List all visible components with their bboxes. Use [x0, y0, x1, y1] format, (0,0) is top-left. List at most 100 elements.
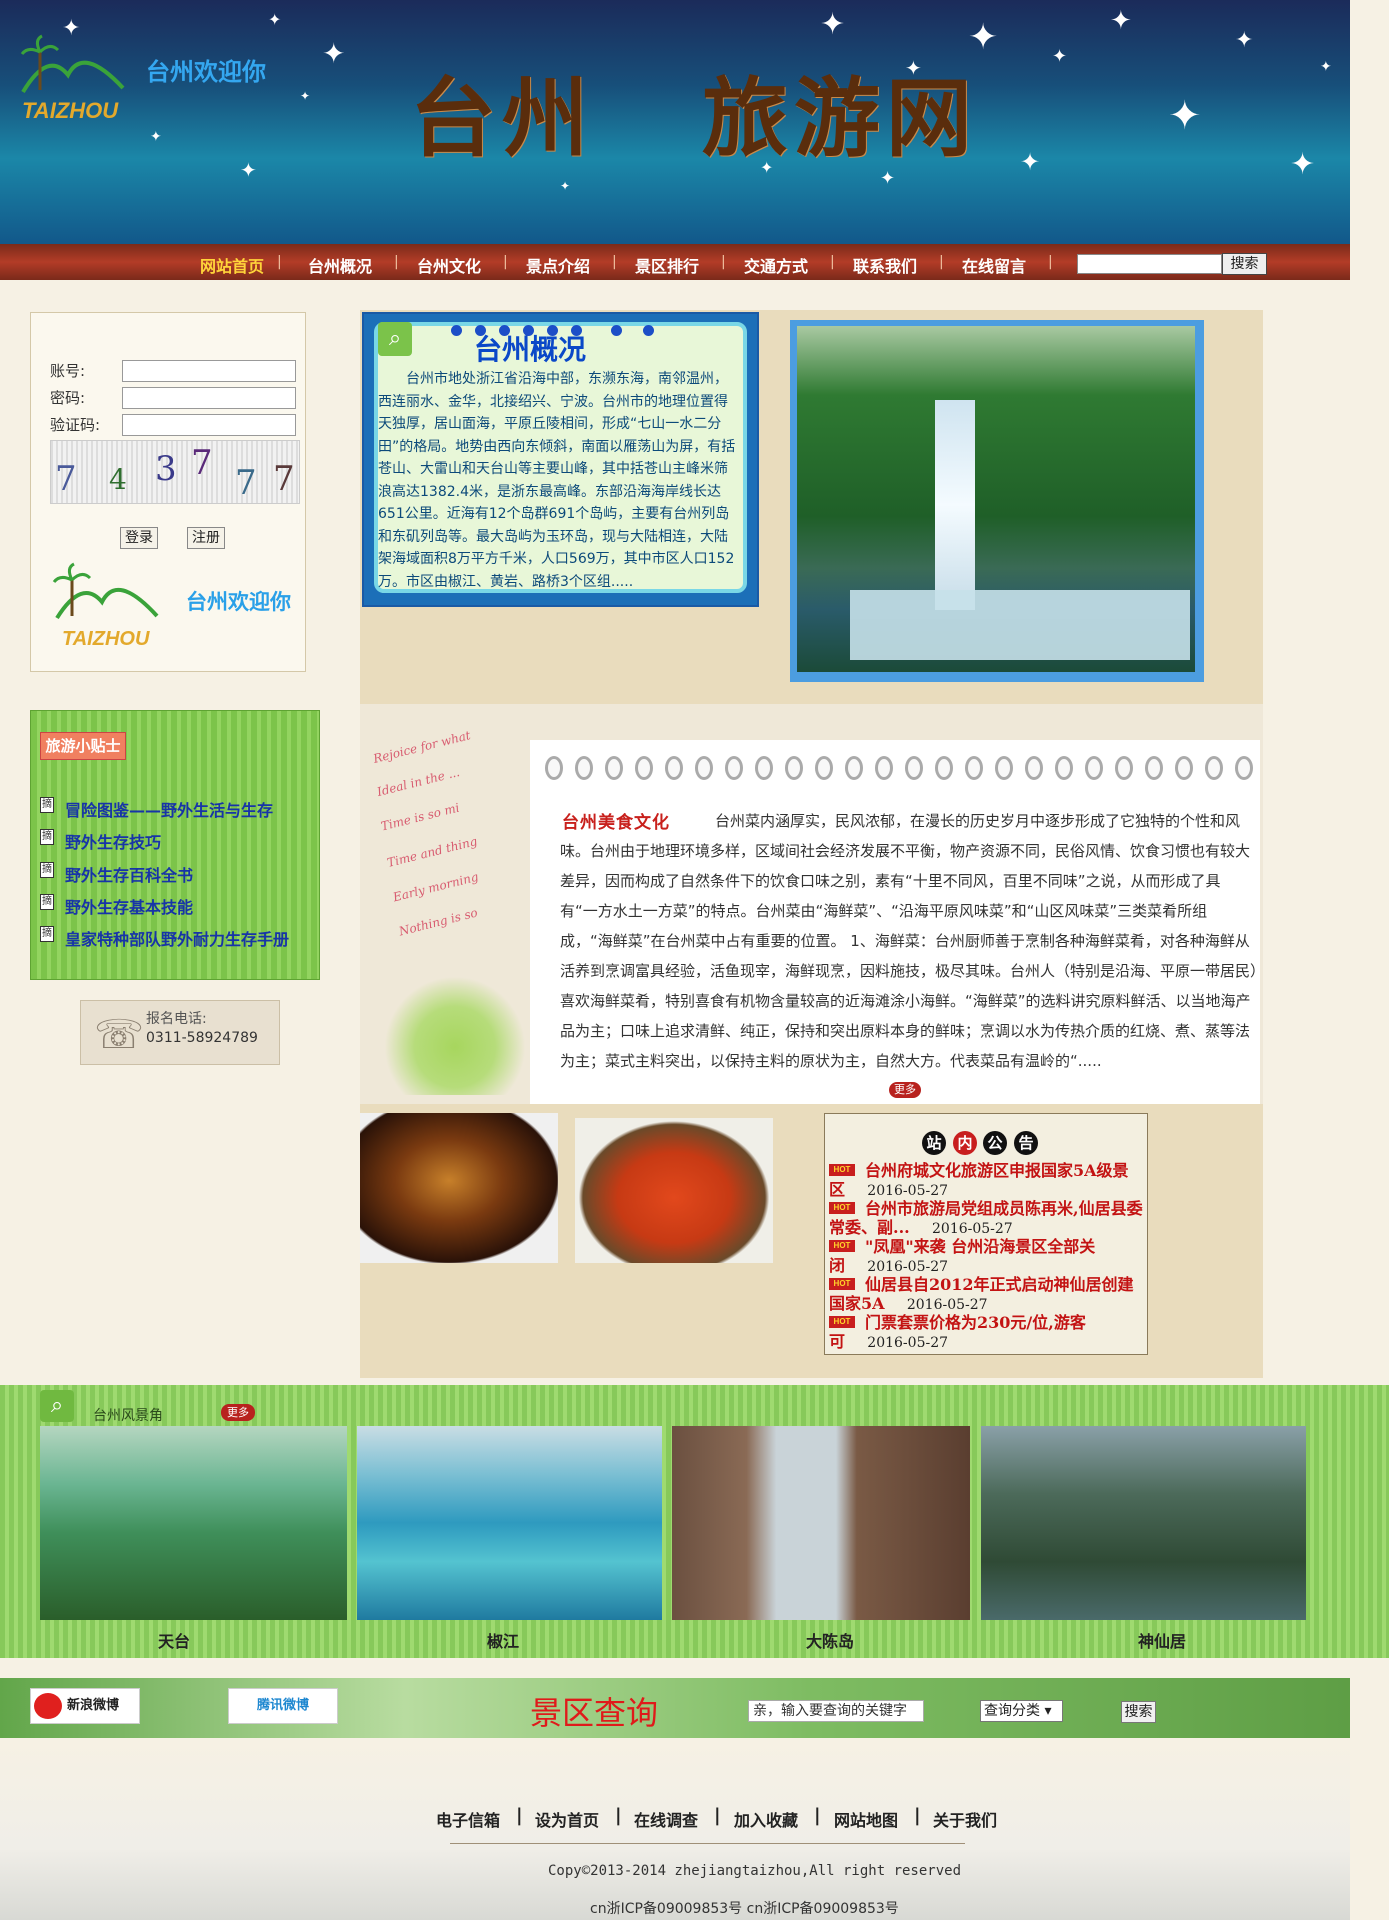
ring-icon [605, 756, 623, 780]
captcha-char: 7 [235, 463, 257, 503]
query-category-select[interactable]: 查询分类 ▾ [980, 1700, 1063, 1722]
notice-heading-char: 站 [922, 1131, 946, 1155]
scenery-title: 台州风景角 [93, 1408, 163, 1424]
tip-link[interactable]: 野外生存基本技能 [65, 894, 193, 918]
star-icon: ✦ [1290, 147, 1316, 182]
captcha-char: 3 [155, 449, 177, 489]
notice-item[interactable]: 仙居县自2012年正式启动神仙居创建国家5A 2016-05-27 [829, 1275, 1147, 1313]
ring-icon [1085, 756, 1103, 780]
star-icon: ✦ [322, 37, 346, 70]
ring-icon [725, 756, 743, 780]
footer-link-sitemap[interactable]: 网站地图 [834, 1807, 898, 1831]
footer-link-survey[interactable]: 在线调查 [634, 1807, 698, 1831]
nav-separator: | [277, 254, 282, 270]
nav-item-attractions[interactable]: 景点介绍 [526, 253, 590, 277]
star-icon: ✦ [1020, 148, 1041, 176]
notice-item[interactable]: 台州市旅游局党组成员陈再米,仙居县委常委、副... 2016-05-27 [829, 1199, 1147, 1237]
tip-link[interactable]: 野外生存技巧 [65, 829, 161, 853]
notice-item[interactable]: 台州府城文化旅游区申报国家5A级景区 2016-05-27 [829, 1161, 1147, 1199]
notice-date: 2016-05-27 [932, 1221, 1013, 1237]
tip-link[interactable]: 皇家特种部队野外耐力生存手册 [65, 926, 289, 950]
scenery-photo-dachen-island[interactable] [672, 1426, 970, 1620]
nav-item-contact[interactable]: 联系我们 [853, 253, 917, 277]
captcha-char: 7 [191, 443, 213, 483]
login-logo-text: TAIZHOU [62, 628, 150, 650]
tip-link[interactable]: 野外生存百科全书 [65, 862, 193, 886]
tip-bullet-icon: 摘 [40, 862, 54, 878]
star-icon: ✦ [1320, 59, 1332, 75]
scenery-photo-jiaojiang[interactable] [357, 1426, 662, 1620]
search-icon: ⌕ [40, 1390, 74, 1422]
notice-item[interactable]: "凤凰"来袭 台州沿海景区全部关闭 2016-05-27 [829, 1237, 1147, 1275]
captcha-input[interactable] [122, 414, 296, 436]
ring-icon [545, 756, 563, 780]
contact-phone: 0311-58924789 [146, 1030, 258, 1046]
login-welcome-text: 台州欢迎你 [186, 590, 291, 614]
icp-text: cn浙ICP备09009853号 cn浙ICP备09009853号 [590, 1901, 899, 1917]
nav-separator: | [721, 254, 726, 270]
tencent-weibo-link[interactable]: 腾讯微博 [228, 1688, 338, 1724]
food-more-button[interactable]: 更多 [889, 1082, 921, 1098]
scenery-more-button[interactable]: 更多 [221, 1404, 255, 1421]
food-heading[interactable]: 台州美食文化 [562, 808, 670, 833]
footer-link-homepage[interactable]: 设为首页 [535, 1807, 599, 1831]
nav-item-ranking[interactable]: 景区排行 [635, 253, 699, 277]
scenery-photo-tiantai[interactable] [40, 1426, 347, 1620]
logo-text: TAIZHOU [22, 98, 119, 123]
register-button[interactable]: 注册 [187, 527, 225, 549]
ring-icon [845, 756, 863, 780]
captcha-char: 4 [109, 463, 127, 496]
site-title: 台州 旅游网 [410, 68, 978, 169]
footer-link-email[interactable]: 电子信箱 [436, 1807, 500, 1831]
nav-separator: | [394, 254, 399, 270]
footer-link-about[interactable]: 关于我们 [933, 1807, 997, 1831]
notice-heading-char: 告 [1014, 1131, 1038, 1155]
password-input[interactable] [122, 387, 296, 409]
password-label: 密码: [50, 389, 86, 407]
nav-item-overview[interactable]: 台州概况 [308, 253, 372, 277]
nav-search-button[interactable]: 搜索 [1222, 253, 1267, 275]
footer-link-favorite[interactable]: 加入收藏 [734, 1807, 798, 1831]
captcha-char: 7 [273, 459, 295, 499]
footer-separator: | [516, 1805, 523, 1826]
waterfall-stream [935, 400, 975, 610]
scenery-caption: 椒江 [487, 1632, 520, 1651]
notice-item[interactable]: 门票套票价格为230元/位,游客可 2016-05-27 [829, 1313, 1147, 1351]
tip-bullet-icon: 摘 [40, 926, 54, 942]
ring-icon [1055, 756, 1073, 780]
footer-separator: | [615, 1805, 622, 1826]
tip-bullet-icon: 摘 [40, 894, 54, 910]
query-input[interactable]: 亲，输入要查询的关键字 [748, 1700, 924, 1722]
login-button[interactable]: 登录 [120, 527, 158, 549]
overview-title[interactable]: 台州概况 [474, 328, 586, 368]
ring-icon [935, 756, 953, 780]
ring-icon [1025, 756, 1043, 780]
notice-date: 2016-05-27 [867, 1259, 949, 1275]
scenery-photo-shenxianju[interactable] [981, 1426, 1306, 1620]
waterfall-pool [850, 590, 1190, 660]
star-icon: ✦ [300, 89, 311, 103]
nav-item-messages[interactable]: 在线留言 [962, 253, 1026, 277]
tip-link[interactable]: 冒险图鉴——野外生活与生存 [65, 797, 273, 821]
chevron-down-icon: ▾ [1044, 1703, 1052, 1719]
decor-dot [611, 325, 622, 336]
captcha-image[interactable]: 7 4 3 7 7 7 [50, 440, 300, 504]
nav-item-culture[interactable]: 台州文化 [417, 253, 481, 277]
food-photo-pork[interactable] [360, 1113, 558, 1263]
query-search-button[interactable]: 搜索 [1121, 1701, 1156, 1723]
star-icon: ✦ [560, 179, 571, 193]
star-icon: ✦ [1235, 28, 1254, 53]
nav-item-transport[interactable]: 交通方式 [744, 253, 808, 277]
footer-separator: | [914, 1805, 921, 1826]
food-photo-crab[interactable] [575, 1118, 773, 1263]
captcha-label: 验证码: [50, 416, 101, 434]
decor-dot [643, 325, 654, 336]
captcha-char: 7 [55, 459, 77, 499]
nav-search-input[interactable] [1077, 254, 1222, 274]
account-input[interactable] [122, 360, 296, 382]
notice-date: 2016-05-27 [867, 1335, 949, 1351]
overview-text: 台州市地处浙江省沿海中部，东濒东海，南邻温州，西连丽水、金华，北接绍兴、宁波。台… [378, 371, 736, 588]
decor-dot [451, 325, 462, 336]
ring-icon [1235, 756, 1253, 780]
nav-item-home[interactable]: 网站首页 [200, 253, 264, 277]
